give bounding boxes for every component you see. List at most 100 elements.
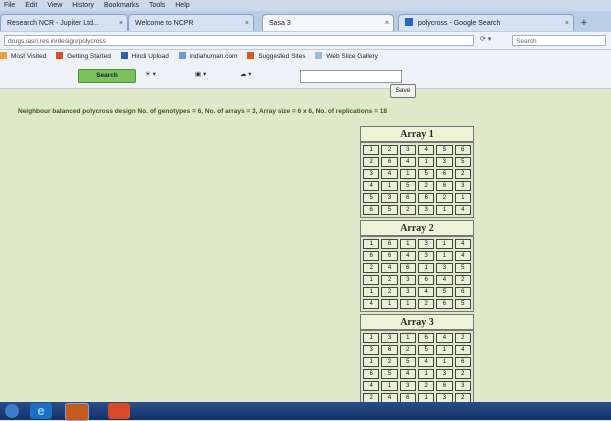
table-cell: 4: [417, 287, 435, 297]
table-cell: 2: [454, 333, 471, 343]
table-cell: 4: [363, 181, 380, 191]
table-cell: 1: [454, 193, 471, 203]
bookmark-most-visited[interactable]: Most Visited: [0, 52, 50, 60]
table-cell: 1: [399, 239, 416, 249]
table-cell: 2: [417, 181, 435, 191]
toolbar-weather-icon[interactable]: ☀ ▾: [145, 70, 156, 78]
table-cell: 1: [399, 169, 416, 179]
toolbar-input[interactable]: [300, 70, 402, 83]
menu-edit[interactable]: Edit: [25, 2, 37, 9]
address-input[interactable]: drugs.iasri.res.in/design/polycross: [4, 35, 474, 46]
tab-research[interactable]: Research NCR - Jupiter Ltd... ×: [0, 14, 128, 31]
bookmark-suggested[interactable]: Suggested Sites: [247, 52, 309, 60]
table-cell: 1: [381, 381, 398, 391]
table-row: 536621: [363, 193, 471, 203]
save-button[interactable]: Save: [390, 84, 416, 98]
new-tab-button[interactable]: +: [577, 16, 591, 30]
reload-icon[interactable]: ⟳ ▾: [480, 35, 491, 43]
table-cell: 6: [381, 345, 398, 355]
table-cell: 4: [454, 205, 471, 215]
table-cell: 3: [454, 181, 471, 191]
array-title: Array 3: [360, 314, 474, 330]
table-cell: 6: [381, 251, 398, 261]
menu-bar: File Edit View History Bookmarks Tools H…: [0, 0, 611, 11]
table-cell: 3: [417, 239, 435, 249]
table-cell: 6: [417, 275, 435, 285]
start-button[interactable]: [5, 404, 19, 418]
table-cell: 6: [454, 357, 471, 367]
navigation-bar: drugs.iasri.res.in/design/polycross ⟳ ▾ …: [0, 32, 611, 50]
table-row: 341562: [363, 169, 471, 179]
table-row: 654132: [363, 369, 471, 379]
page-icon: [120, 52, 128, 59]
tab-active[interactable]: Sasa 3 ×: [262, 14, 394, 31]
tab-welcome[interactable]: Welcome to NCPR ×: [128, 14, 254, 31]
close-icon[interactable]: ×: [245, 15, 249, 31]
arrays-container: Array 1123456264135341562415263536621652…: [360, 126, 474, 408]
menu-history[interactable]: History: [72, 2, 94, 9]
toolbar-news-icon[interactable]: ▣ ▾: [195, 70, 206, 78]
table-row: 123456: [363, 287, 471, 297]
table-cell: 2: [363, 263, 380, 273]
menu-tools[interactable]: Tools: [149, 2, 165, 9]
table-cell: 4: [436, 275, 453, 285]
table-cell: 1: [436, 357, 453, 367]
table-cell: 3: [381, 193, 398, 203]
table-cell: 3: [363, 169, 380, 179]
table-cell: 3: [454, 381, 471, 391]
menu-help[interactable]: Help: [175, 2, 189, 9]
menu-file[interactable]: File: [4, 2, 15, 9]
table-row: 652314: [363, 205, 471, 215]
table-cell: 6: [436, 381, 453, 391]
table-cell: 6: [381, 239, 398, 249]
tab-label: Welcome to NCPR: [135, 20, 194, 27]
table-cell: 2: [436, 193, 453, 203]
table-cell: 2: [381, 145, 398, 155]
table-cell: 2: [454, 275, 471, 285]
bookmark-hindi[interactable]: Hindi Upload: [120, 52, 173, 60]
table-cell: 1: [363, 239, 380, 249]
table-cell: 4: [381, 263, 398, 273]
bookmark-getting-started[interactable]: Getting Started: [56, 52, 115, 60]
table-cell: 6: [363, 369, 380, 379]
table-cell: 5: [399, 181, 416, 191]
table-cell: 4: [363, 381, 380, 391]
bookmark-indiahuman[interactable]: indiahuman.com: [178, 52, 242, 60]
table-cell: 1: [399, 299, 416, 309]
table-cell: 3: [363, 345, 380, 355]
table-row: 131642: [363, 333, 471, 343]
table-cell: 3: [436, 263, 453, 273]
bookmark-webslice[interactable]: Web Slice Gallery: [315, 52, 382, 60]
table-cell: 2: [399, 345, 416, 355]
table-row: 664314: [363, 251, 471, 261]
toolbar-search-button[interactable]: Search: [78, 69, 136, 83]
tab-google[interactable]: polycross - Google Search ×: [398, 14, 574, 31]
table-cell: 1: [363, 333, 380, 343]
pdf-reader-icon[interactable]: [108, 403, 130, 419]
table-cell: 3: [399, 275, 416, 285]
taskbar: e: [0, 402, 611, 421]
firefox-icon[interactable]: [65, 403, 89, 421]
menu-bookmarks[interactable]: Bookmarks: [104, 2, 139, 9]
menu-view[interactable]: View: [47, 2, 62, 9]
table-cell: 6: [417, 193, 435, 203]
toolbar-cloud-icon[interactable]: ☁ ▾: [240, 70, 252, 78]
table-cell: 3: [399, 287, 416, 297]
table-row: 415263: [363, 181, 471, 191]
table-cell: 1: [436, 205, 453, 215]
array-grid: 131642362514125416654132413263246132: [360, 330, 474, 406]
table-cell: 2: [417, 299, 435, 309]
search-input[interactable]: Search: [512, 35, 606, 46]
table-cell: 4: [417, 357, 435, 367]
close-icon[interactable]: ×: [565, 15, 569, 31]
close-icon[interactable]: ×: [385, 15, 389, 31]
close-icon[interactable]: ×: [119, 15, 123, 31]
tab-label: polycross - Google Search: [417, 20, 501, 27]
table-cell: 1: [363, 275, 380, 285]
internet-explorer-icon[interactable]: e: [30, 403, 52, 419]
table-cell: 2: [454, 169, 471, 179]
table-cell: 1: [381, 181, 398, 191]
table-cell: 6: [436, 181, 453, 191]
table-cell: 1: [417, 369, 435, 379]
table-cell: 1: [363, 357, 380, 367]
